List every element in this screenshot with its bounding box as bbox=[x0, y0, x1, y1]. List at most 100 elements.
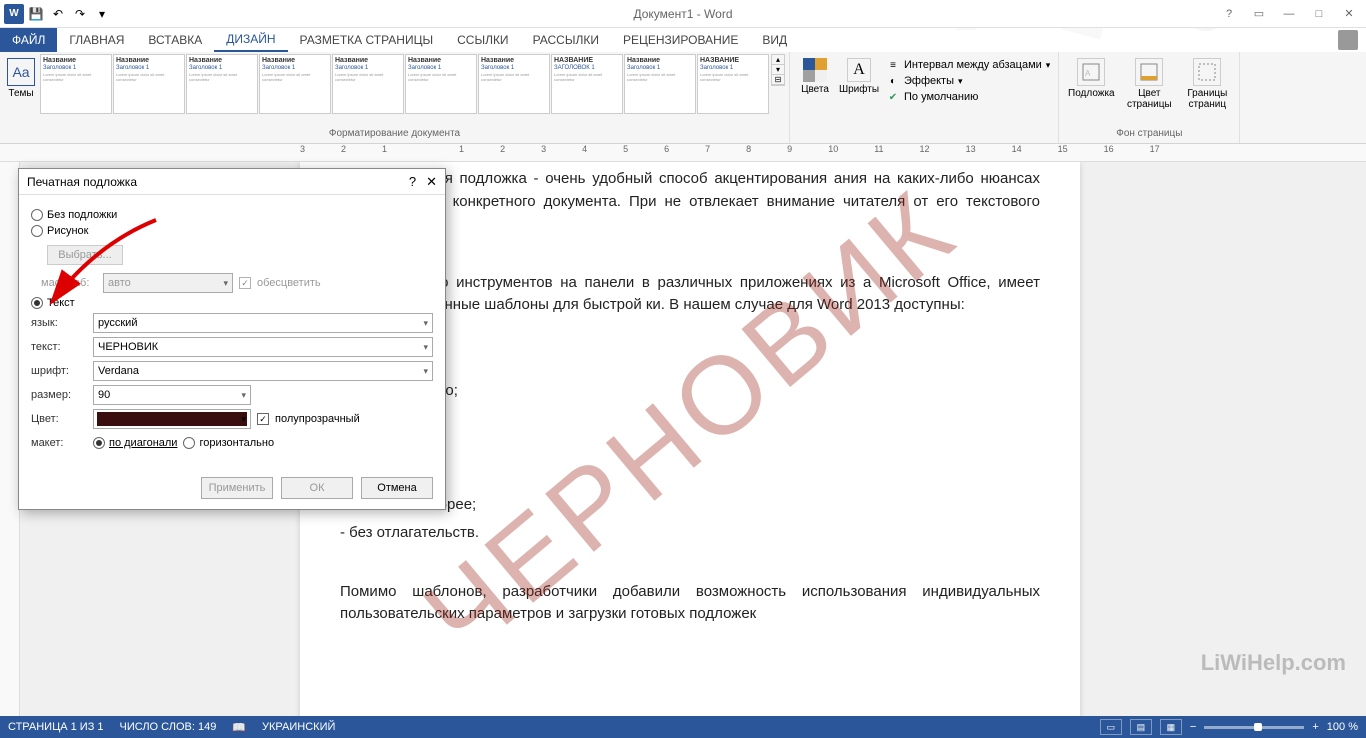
size-dropdown[interactable]: 90 bbox=[93, 385, 251, 405]
tab-insert[interactable]: ВСТАВКА bbox=[136, 28, 214, 52]
dialog-title: Печатная подложка bbox=[27, 175, 137, 189]
fonts-icon: A bbox=[847, 58, 871, 82]
zoom-slider[interactable] bbox=[1204, 726, 1304, 729]
gallery-more-icon: ⊟ bbox=[772, 75, 784, 85]
zoom-out-icon[interactable]: − bbox=[1190, 721, 1196, 733]
minimize-icon[interactable]: — bbox=[1276, 4, 1302, 24]
style-thumb[interactable]: НазваниеЗаголовок 1Lorem ipsum dolor sit… bbox=[186, 54, 258, 114]
style-thumb[interactable]: НазваниеЗаголовок 1Lorem ipsum dolor sit… bbox=[624, 54, 696, 114]
style-thumb[interactable]: НАЗВАНИЕЗаголовок 1Lorem ipsum dolor sit… bbox=[697, 54, 769, 114]
watermark-button[interactable]: A Подложка bbox=[1063, 54, 1119, 99]
print-layout-icon[interactable]: ▤ bbox=[1130, 719, 1152, 735]
tab-view[interactable]: ВИД bbox=[750, 28, 799, 52]
site-watermark: LiWiHelp.com bbox=[1201, 650, 1346, 676]
radio-icon bbox=[31, 225, 43, 237]
style-thumb[interactable]: НазваниеЗаголовок 1Lorem ipsum dolor sit… bbox=[259, 54, 331, 114]
word-app-icon[interactable]: W bbox=[4, 4, 24, 24]
undo-icon[interactable]: ↶ bbox=[48, 4, 68, 24]
text-radio[interactable]: Текст bbox=[31, 297, 433, 309]
scale-dropdown: авто bbox=[103, 273, 233, 293]
title-bar: W 💾 ↶ ↷ ▾ Документ1 - Word ? ▭ — □ ✕ bbox=[0, 0, 1366, 28]
vertical-ruler[interactable] bbox=[0, 162, 20, 716]
tab-layout[interactable]: РАЗМЕТКА СТРАНИЦЫ bbox=[288, 28, 446, 52]
svg-text:A: A bbox=[1085, 69, 1091, 78]
web-layout-icon[interactable]: ▦ bbox=[1160, 719, 1182, 735]
radio-icon bbox=[31, 209, 43, 221]
ribbon: Aa Темы НазваниеЗаголовок 1Lorem ipsum d… bbox=[0, 52, 1366, 144]
color-dropdown[interactable] bbox=[93, 409, 251, 429]
watermark-dialog: Печатная подложка ? ✕ Без подложки Рисун… bbox=[18, 168, 446, 510]
user-area[interactable] bbox=[1338, 28, 1366, 52]
dialog-body: Без подложки Рисунок Выбрать... масштаб:… bbox=[19, 195, 445, 467]
tab-design[interactable]: ДИЗАЙН bbox=[214, 28, 287, 52]
tab-mailings[interactable]: РАССЫЛКИ bbox=[521, 28, 611, 52]
ok-button: ОК bbox=[281, 477, 353, 499]
scroll-down-icon: ▾ bbox=[772, 65, 784, 75]
redo-icon[interactable]: ↷ bbox=[70, 4, 90, 24]
radio-icon bbox=[31, 297, 43, 309]
effects-button[interactable]: ◐Эффекты▾ bbox=[886, 74, 1050, 88]
qat-dropdown-icon[interactable]: ▾ bbox=[92, 4, 112, 24]
set-default-button[interactable]: ✔По умолчанию bbox=[886, 90, 1050, 104]
maximize-icon[interactable]: □ bbox=[1306, 4, 1332, 24]
cancel-button[interactable]: Отмена bbox=[361, 477, 433, 499]
picture-radio[interactable]: Рисунок bbox=[31, 225, 433, 237]
style-thumb[interactable]: НазваниеЗаголовок 1Lorem ipsum dolor sit… bbox=[113, 54, 185, 114]
style-thumb[interactable]: НазваниеЗаголовок 1Lorem ipsum dolor sit… bbox=[332, 54, 404, 114]
language-dropdown[interactable]: русский bbox=[93, 313, 433, 333]
zoom-level[interactable]: 100 % bbox=[1327, 721, 1358, 733]
tab-home[interactable]: ГЛАВНАЯ bbox=[57, 28, 136, 52]
ribbon-tabs: ФАЙЛ ГЛАВНАЯ ВСТАВКА ДИЗАЙН РАЗМЕТКА СТР… bbox=[0, 28, 1366, 52]
dialog-close-icon[interactable]: ✕ bbox=[426, 174, 437, 190]
read-mode-icon[interactable]: ▭ bbox=[1100, 719, 1122, 735]
paragraph-spacing-button[interactable]: ≡Интервал между абзацами▾ bbox=[886, 58, 1050, 72]
no-watermark-radio[interactable]: Без подложки bbox=[31, 209, 433, 221]
washout-checkbox bbox=[239, 277, 251, 289]
proofing-icon[interactable]: 📖 bbox=[232, 721, 246, 734]
diagonal-radio[interactable]: по диагонали bbox=[93, 437, 177, 449]
colors-button[interactable]: Цвета bbox=[794, 54, 836, 95]
font-dropdown[interactable]: Verdana bbox=[93, 361, 433, 381]
window-title: Документ1 - Word bbox=[633, 7, 732, 21]
fonts-button[interactable]: A Шрифты bbox=[838, 54, 880, 95]
dialog-help-icon[interactable]: ? bbox=[409, 174, 416, 190]
radio-icon bbox=[183, 437, 195, 449]
style-thumb[interactable]: НазваниеЗаголовок 1Lorem ipsum dolor sit… bbox=[405, 54, 477, 114]
page-color-button[interactable]: Цвет страницы bbox=[1121, 54, 1177, 110]
list-item[interactable]: - без отлагательств. bbox=[340, 522, 1040, 545]
language-indicator[interactable]: УКРАИНСКИЙ bbox=[262, 721, 335, 733]
zoom-in-icon[interactable]: + bbox=[1312, 721, 1318, 733]
effects-list: ≡Интервал между абзацами▾ ◐Эффекты▾ ✔По … bbox=[882, 54, 1054, 108]
themes-button[interactable]: Aa Темы bbox=[4, 54, 38, 99]
page-borders-button[interactable]: Границы страниц bbox=[1179, 54, 1235, 110]
horizontal-radio[interactable]: горизонтально bbox=[183, 437, 274, 449]
close-icon[interactable]: ✕ bbox=[1336, 4, 1362, 24]
group-colors-fonts: Цвета A Шрифты ≡Интервал между абзацами▾… bbox=[790, 52, 1059, 143]
help-icon[interactable]: ? bbox=[1216, 4, 1242, 24]
window-controls: ? ▭ — □ ✕ bbox=[1216, 4, 1366, 24]
style-thumb[interactable]: НАЗВАНИЕЗАГОЛОВОК 1Lorem ipsum dolor sit… bbox=[551, 54, 623, 114]
dialog-titlebar[interactable]: Печатная подложка ? ✕ bbox=[19, 169, 445, 195]
semitransparent-checkbox[interactable] bbox=[257, 413, 269, 425]
paragraph[interactable]: Помимо шаблонов, разработчики добавили в… bbox=[340, 581, 1040, 626]
style-thumb[interactable]: НазваниеЗаголовок 1Lorem ipsum dolor sit… bbox=[478, 54, 550, 114]
save-icon[interactable]: 💾 bbox=[26, 4, 46, 24]
page-indicator[interactable]: СТРАНИЦА 1 ИЗ 1 bbox=[8, 721, 104, 733]
style-set-gallery[interactable]: НазваниеЗаголовок 1Lorem ipsum dolor sit… bbox=[40, 54, 769, 114]
word-count[interactable]: ЧИСЛО СЛОВ: 149 bbox=[120, 721, 217, 733]
user-avatar-icon[interactable] bbox=[1338, 30, 1358, 50]
select-picture-button: Выбрать... bbox=[47, 245, 123, 265]
text-dropdown[interactable]: ЧЕРНОВИК bbox=[93, 337, 433, 357]
page-color-icon bbox=[1135, 58, 1163, 86]
themes-icon: Aa bbox=[7, 58, 35, 86]
ribbon-display-icon[interactable]: ▭ bbox=[1246, 4, 1272, 24]
gallery-scroll[interactable]: ▴▾⊟ bbox=[771, 54, 785, 86]
style-thumb[interactable]: НазваниеЗаголовок 1Lorem ipsum dolor sit… bbox=[40, 54, 112, 114]
tab-file[interactable]: ФАЙЛ bbox=[0, 28, 57, 52]
tab-references[interactable]: ССЫЛКИ bbox=[445, 28, 520, 52]
group-formatting: Aa Темы НазваниеЗаголовок 1Lorem ipsum d… bbox=[0, 52, 790, 143]
spacing-icon: ≡ bbox=[886, 58, 900, 72]
tab-review[interactable]: РЕЦЕНЗИРОВАНИЕ bbox=[611, 28, 750, 52]
horizontal-ruler[interactable]: 3211234567891011121314151617 bbox=[0, 144, 1366, 162]
colors-icon bbox=[803, 58, 827, 82]
